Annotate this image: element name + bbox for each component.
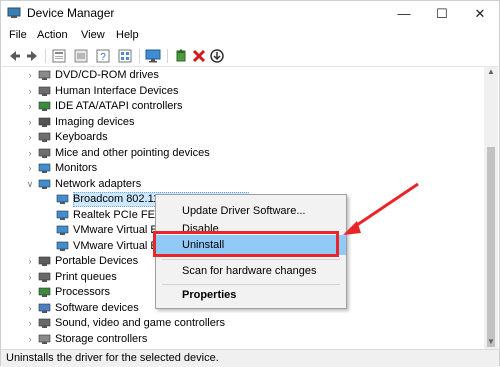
chevron-right-icon[interactable]: › <box>25 301 35 316</box>
close-button[interactable]: ✕ <box>461 1 499 26</box>
highlight-box <box>153 231 339 257</box>
toolbar-separator <box>45 49 46 63</box>
menu-view[interactable]: View <box>81 29 105 41</box>
scroll-up-icon[interactable]: ▲ <box>484 67 498 79</box>
network-adapter-icon <box>56 241 69 251</box>
chevron-down-icon[interactable]: ∨ <box>25 177 35 192</box>
view-icon[interactable] <box>117 48 133 64</box>
tree-item-label: Monitors <box>55 162 98 174</box>
network-adapter-icon <box>56 210 69 220</box>
tree-item-label: Portable Devices <box>55 255 139 267</box>
software-icon <box>38 303 51 313</box>
properties-icon[interactable] <box>51 48 67 64</box>
tree-item[interactable]: › Mice and other pointing devices <box>1 146 481 161</box>
menu-help[interactable]: Help <box>116 29 139 41</box>
chevron-right-icon[interactable]: › <box>25 285 35 300</box>
show-hidden-icon[interactable] <box>73 48 89 64</box>
svg-text:?: ? <box>100 52 106 63</box>
monitor-icon[interactable] <box>145 48 161 64</box>
tree-item[interactable]: › DVD/CD-ROM drives <box>1 68 481 83</box>
network-icon <box>38 179 51 189</box>
chevron-right-icon[interactable]: › <box>25 270 35 285</box>
tree-item-label: DVD/CD-ROM drives <box>55 69 159 81</box>
scroll-down-icon[interactable]: ▼ <box>484 337 498 349</box>
chevron-right-icon[interactable]: › <box>25 332 35 347</box>
printer-icon <box>38 272 51 282</box>
menu-bar: File Action View Help <box>1 27 499 46</box>
menu-separator <box>162 259 340 260</box>
tree-item-label: Processors <box>55 286 111 298</box>
minimize-button[interactable]: — <box>385 1 423 26</box>
vertical-scrollbar[interactable]: ▲ ▼ <box>484 67 498 349</box>
scan-icon[interactable] <box>209 48 225 64</box>
tree-item[interactable]: › Storage controllers <box>1 332 481 347</box>
maximize-button[interactable]: ☐ <box>423 1 461 26</box>
chevron-right-icon[interactable]: › <box>25 115 35 130</box>
tree-item[interactable]: › Monitors <box>1 161 481 176</box>
tree-item-label: Human Interface Devices <box>55 84 179 97</box>
chevron-right-icon[interactable]: › <box>25 316 35 331</box>
portable-icon <box>38 256 51 266</box>
help-icon[interactable]: ? <box>95 48 111 64</box>
storage-icon <box>38 334 51 344</box>
back-icon[interactable] <box>6 48 22 64</box>
monitor-icon <box>38 163 51 173</box>
status-bar: Uninstalls the driver for the selected d… <box>1 349 499 367</box>
menu-scan-hardware[interactable]: Scan for hardware changes <box>156 261 346 281</box>
network-adapter-icon <box>56 225 69 235</box>
menu-properties[interactable]: Properties <box>156 285 346 305</box>
forward-icon[interactable] <box>25 48 41 64</box>
update-driver-icon[interactable] <box>173 48 189 64</box>
window-title: Device Manager <box>27 6 115 20</box>
keyboard-icon <box>38 132 51 142</box>
toolbar-separator <box>167 49 168 63</box>
tree-item[interactable]: › Human Interface Devices <box>1 84 481 99</box>
chevron-right-icon[interactable]: › <box>25 146 35 161</box>
chevron-right-icon[interactable]: › <box>25 161 35 176</box>
tree-item-label: Imaging devices <box>55 115 135 128</box>
mouse-icon <box>38 148 51 158</box>
status-text: Uninstalls the driver for the selected d… <box>6 352 219 364</box>
toolbar-separator <box>139 49 140 63</box>
toolbar: ? <box>1 46 499 67</box>
tree-item-label: Sound, video and game controllers <box>55 317 225 329</box>
tree-item-label: Software devices <box>55 301 139 314</box>
tree-item[interactable]: › Imaging devices <box>1 115 481 130</box>
camera-icon <box>38 117 51 127</box>
title-bar: Device Manager — ☐ ✕ <box>1 1 499 26</box>
chevron-right-icon[interactable]: › <box>25 84 35 99</box>
chevron-right-icon[interactable]: › <box>25 254 35 269</box>
tree-item-label: Storage controllers <box>55 332 148 345</box>
device-manager-app-icon <box>7 7 21 18</box>
device-manager-window: Device Manager — ☐ ✕ File Action View He… <box>0 0 500 367</box>
tree-item-label: Mice and other pointing devices <box>55 146 210 159</box>
scrollbar-thumb[interactable] <box>487 147 495 347</box>
menu-update-driver[interactable]: Update Driver Software... <box>156 201 346 221</box>
tree-item-label: Print queues <box>55 270 117 283</box>
tree-item[interactable]: › Keyboards <box>1 130 481 145</box>
tree-item-label: Network adapters <box>55 177 142 190</box>
sound-icon <box>38 318 51 328</box>
hid-icon <box>38 86 51 96</box>
ide-icon <box>38 101 51 111</box>
tree-item-label: Keyboards <box>55 131 108 143</box>
chevron-right-icon[interactable]: › <box>25 99 35 114</box>
tree-item[interactable]: ∨ Network adapters <box>1 177 481 192</box>
chevron-right-icon[interactable]: › <box>25 68 35 83</box>
network-adapter-icon <box>56 194 69 204</box>
chevron-right-icon[interactable]: › <box>25 130 35 145</box>
tree-item[interactable]: › Sound, video and game controllers <box>1 316 481 331</box>
tree-item[interactable]: › IDE ATA/ATAPI controllers <box>1 99 481 114</box>
menu-file[interactable]: File <box>9 29 27 41</box>
dvd-icon <box>38 70 51 80</box>
tree-item-label: IDE ATA/ATAPI controllers <box>55 100 183 112</box>
uninstall-icon[interactable] <box>191 48 207 64</box>
menu-action[interactable]: Action <box>37 29 68 41</box>
cpu-icon <box>38 287 51 297</box>
